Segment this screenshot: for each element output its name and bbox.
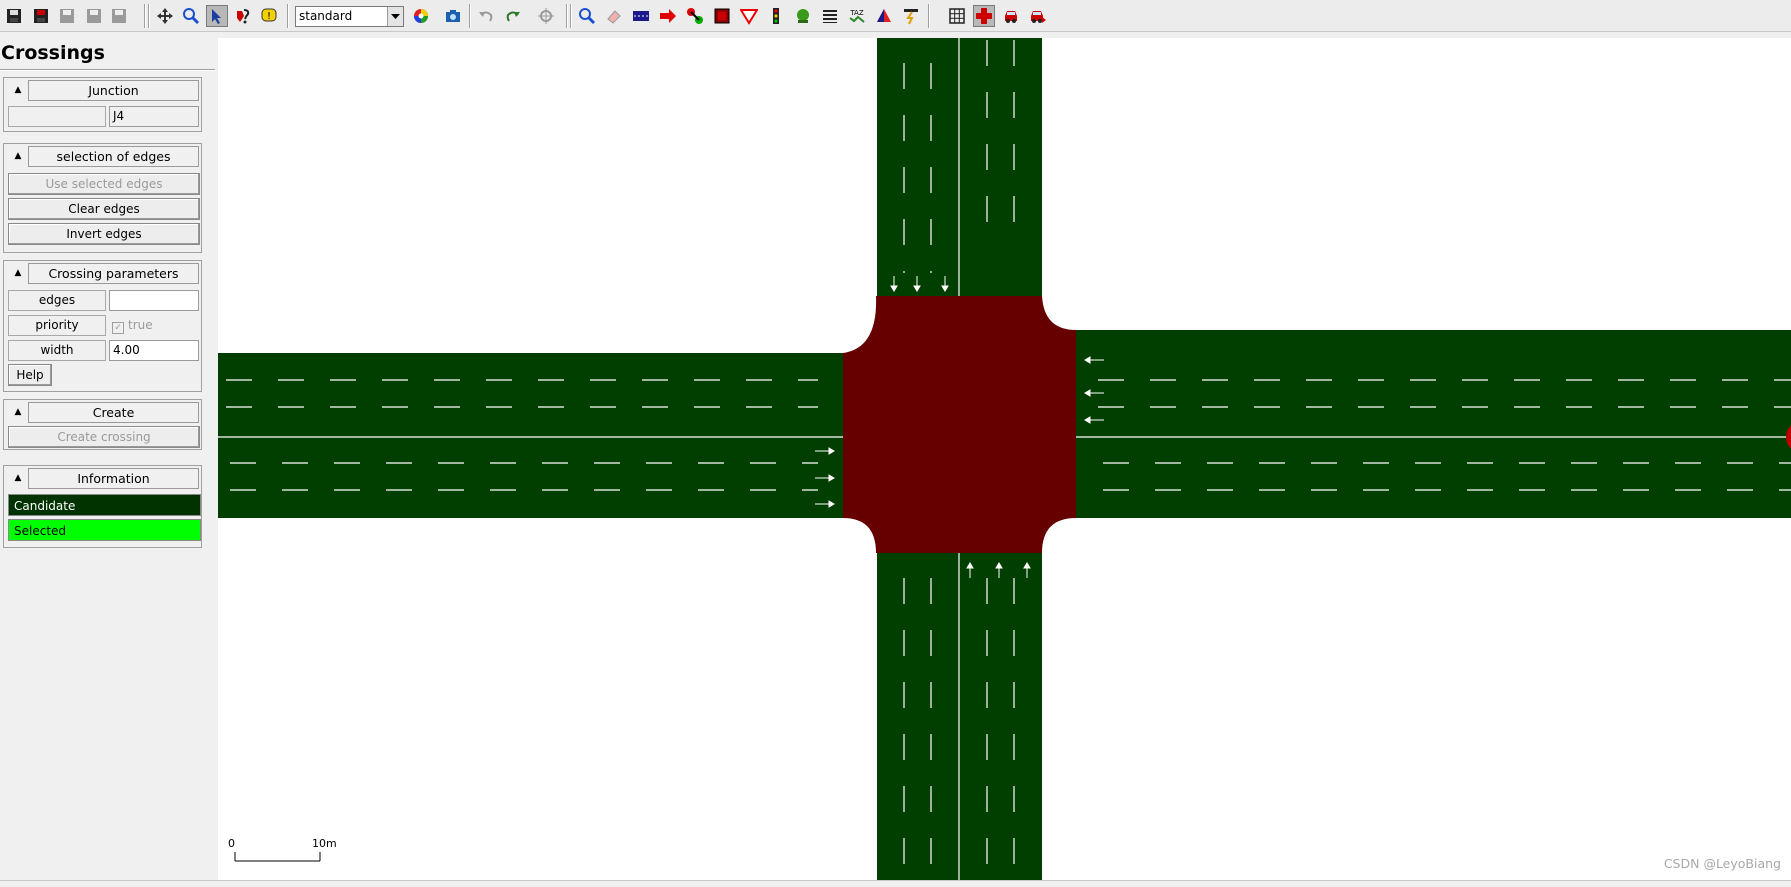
traffic-light-icon[interactable] — [765, 5, 787, 27]
move-icon[interactable] — [154, 5, 176, 27]
lanes-list-icon[interactable] — [819, 5, 841, 27]
toolbar-separator — [144, 4, 146, 28]
junction-j4[interactable] — [843, 296, 1076, 553]
use-selected-edges-button[interactable]: Use selected edges — [8, 173, 200, 195]
frame-title: Crossings — [1, 42, 105, 64]
collapse-up-icon[interactable]: ▲ — [7, 264, 29, 282]
save-as-icon[interactable] — [83, 5, 105, 27]
toolbar-separator — [287, 4, 289, 28]
crossing-parameters-module: ▲ Crossing parameters edges priority ✓ tr… — [3, 260, 202, 392]
toolbar-separator — [566, 4, 568, 28]
network-canvas[interactable]: 0 10m CSDN @LeyoBiang — [218, 38, 1791, 880]
checkmark-icon: ✓ — [112, 322, 124, 334]
yield-sign-icon[interactable] — [738, 5, 760, 27]
toolbar-separator — [469, 4, 471, 28]
watermark: CSDN @LeyoBiang — [1664, 856, 1781, 871]
width-label: width — [8, 340, 106, 361]
edges-input[interactable] — [109, 290, 199, 311]
eraser-icon[interactable] — [603, 5, 625, 27]
undo-icon[interactable] — [475, 5, 497, 27]
connection-arrow-icon[interactable] — [657, 5, 679, 27]
taz-icon[interactable]: TAZ — [846, 5, 868, 27]
toolbar-separator — [570, 4, 572, 28]
create-crossing-button[interactable]: Create crossing — [8, 426, 200, 448]
toolbar-separator — [928, 4, 930, 28]
wire-icon[interactable] — [900, 5, 922, 27]
information-header: Information — [28, 468, 199, 489]
toolbar: ! standard TAZ — [0, 0, 1791, 32]
junction-label — [8, 106, 106, 127]
redo-icon[interactable] — [502, 5, 524, 27]
edges-label: edges — [8, 290, 106, 311]
crossing-parameters-header: Crossing parameters — [28, 263, 199, 284]
save-additionals-icon[interactable] — [108, 5, 130, 27]
color-scheme-value: standard — [299, 9, 353, 23]
priority-checkbox[interactable]: ✓ true — [109, 315, 199, 336]
priority-value: true — [128, 318, 153, 332]
inspect-icon[interactable] — [180, 5, 202, 27]
chevron-down-icon[interactable] — [387, 7, 403, 26]
toolbar-separator — [148, 4, 150, 28]
legend-candidate: Candidate — [8, 494, 201, 516]
junction-id-field: J4 — [109, 106, 199, 127]
legend-selected: Selected — [8, 519, 201, 541]
collapse-up-icon[interactable]: ▲ — [7, 469, 29, 487]
vehicle-icon[interactable] — [1000, 5, 1022, 27]
information-module: ▲ Information Candidate Selected — [3, 465, 202, 548]
save-network-icon[interactable] — [56, 5, 78, 27]
camera-icon[interactable] — [442, 5, 464, 27]
polygon-icon[interactable] — [873, 5, 895, 27]
vehicle-reroute-icon[interactable] — [1027, 5, 1049, 27]
collapse-up-icon[interactable]: ▲ — [7, 81, 29, 99]
junction-shape-icon[interactable] — [973, 5, 995, 27]
scale-start-label: 0 — [228, 837, 235, 850]
create-header: Create — [28, 402, 199, 423]
color-scheme-select[interactable]: standard — [295, 6, 404, 27]
selection-of-edges-module: ▲ selection of edges Use selected edges … — [3, 143, 202, 253]
title-divider — [0, 69, 215, 71]
width-input[interactable]: 4.00 — [109, 340, 199, 361]
additional-icon[interactable] — [792, 5, 814, 27]
priority-label: priority — [8, 315, 106, 336]
clear-edges-button[interactable]: Clear edges — [8, 198, 200, 220]
junction-module: ▲ Junction J4 — [3, 77, 202, 132]
locate-icon[interactable] — [535, 5, 557, 27]
create-module: ▲ Create Create crossing — [3, 399, 202, 450]
traffic-network-icon[interactable] — [630, 5, 652, 27]
grid-icon[interactable] — [946, 5, 968, 27]
west-edge[interactable] — [218, 353, 843, 518]
invert-edges-button[interactable]: Invert edges — [8, 223, 200, 245]
tls-editor-icon[interactable] — [711, 5, 733, 27]
select-icon[interactable] — [206, 5, 228, 27]
svg-text:TAZ: TAZ — [849, 9, 864, 17]
status-bar — [0, 880, 1791, 887]
help-button[interactable]: Help — [8, 364, 52, 386]
color-wheel-icon[interactable] — [410, 5, 432, 27]
open-network-icon[interactable] — [30, 5, 52, 27]
crossing-frame: Crossings ▲ Junction J4 ▲ selection of e… — [0, 33, 217, 887]
scale-end-label: 10m — [312, 837, 337, 850]
nodes-icon[interactable] — [684, 5, 706, 27]
delete-icon[interactable] — [232, 5, 254, 27]
junction-header: Junction — [28, 80, 199, 101]
collapse-up-icon[interactable]: ▲ — [7, 147, 29, 165]
new-network-icon[interactable] — [3, 5, 25, 27]
selection-of-edges-header: selection of edges — [28, 146, 199, 167]
svg-text:!: ! — [267, 11, 271, 22]
collapse-up-icon[interactable]: ▲ — [7, 403, 29, 421]
prohibition-icon[interactable]: ! — [258, 5, 280, 27]
zoom-icon[interactable] — [576, 5, 598, 27]
